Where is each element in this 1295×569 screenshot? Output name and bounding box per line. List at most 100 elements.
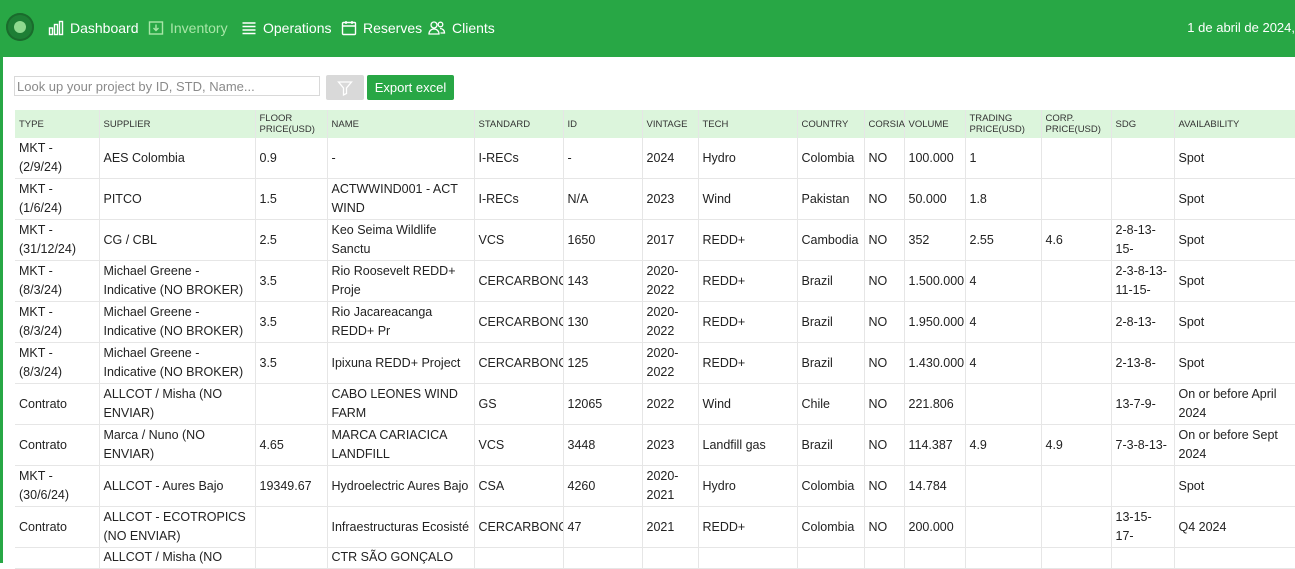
col-corsia[interactable]: CORSIA: [864, 110, 905, 138]
cell-name: -: [327, 138, 475, 179]
col-corp-price[interactable]: CORP. PRICE(USD): [1041, 110, 1112, 138]
cell-standard: CSA: [474, 465, 564, 507]
cell-standard: [474, 547, 564, 569]
cell-id: 1650: [563, 219, 643, 261]
table-row[interactable]: MKT - (1/6/24) PITCO 1.5 ACTWWIND001 - ACT …: [15, 178, 1295, 220]
cell-supplier: Marca / Nuno (NO ENVIAR): [99, 424, 256, 466]
col-sdg[interactable]: SDG: [1111, 110, 1175, 138]
cell-availability: Spot: [1174, 260, 1295, 302]
col-volume[interactable]: VOLUME: [904, 110, 966, 138]
cell-tech: Wind: [698, 383, 798, 425]
table-row[interactable]: Contrato ALLCOT - ECOTROPICS (NO ENVIAR) I…: [15, 506, 1295, 548]
cell-floor-price: 4.65: [255, 424, 328, 466]
table-row[interactable]: Contrato Marca / Nuno (NO ENVIAR) 4.65 MARC…: [15, 424, 1295, 466]
col-name[interactable]: NAME: [327, 110, 475, 138]
table-row[interactable]: MKT - (2/9/24) AES Colombia 0.9- I-RECs -202…: [15, 138, 1295, 179]
top-navbar: Dashboard Inventory Operations Reserves …: [0, 0, 1295, 57]
cell-id: [563, 547, 643, 569]
cell-sdg: 2-8-13-: [1111, 301, 1175, 343]
filter-icon: [337, 80, 353, 96]
cell-country: Chile: [797, 383, 865, 425]
cell-availability: Spot: [1174, 342, 1295, 384]
cell-type: [15, 547, 100, 569]
cell-volume: 221.806: [904, 383, 966, 425]
nav-inventory[interactable]: Inventory: [148, 18, 228, 38]
app-logo[interactable]: [6, 13, 34, 41]
nav-dashboard[interactable]: Dashboard: [48, 18, 139, 38]
col-type[interactable]: TYPE: [15, 110, 100, 138]
cell-supplier: Michael Greene - Indicative (NO BROKER): [99, 260, 256, 302]
cell-country: Colombia: [797, 465, 865, 507]
cell-availability: Spot: [1174, 465, 1295, 507]
cell-vintage: 2020-2021: [642, 465, 699, 507]
cell-vintage: 2024: [642, 138, 699, 179]
cell-vintage: 2017: [642, 219, 699, 261]
col-standard[interactable]: STANDARD: [474, 110, 564, 138]
cell-volume: [904, 547, 966, 569]
cell-supplier: ALLCOT / Misha (NO ENVIAR): [99, 383, 256, 425]
cell-corsia: NO: [864, 465, 905, 507]
nav-reserves-label: Reserves: [363, 20, 423, 36]
calendar-icon: [341, 21, 357, 36]
cell-type: MKT - (8/3/24): [15, 260, 100, 302]
col-vintage[interactable]: VINTAGE: [642, 110, 699, 138]
table-row[interactable]: MKT - (31/12/24) CG / CBL 2.5 Keo Seima Wil…: [15, 219, 1295, 261]
col-supplier[interactable]: SUPPLIER: [99, 110, 256, 138]
cell-availability: Spot: [1174, 301, 1295, 343]
cell-floor-price: 1.5: [255, 178, 328, 220]
nav-reserves[interactable]: Reserves: [341, 18, 422, 38]
table-row[interactable]: MKT - (30/6/24) ALLCOT - Aures Bajo 19349.…: [15, 465, 1295, 507]
col-id[interactable]: ID: [563, 110, 643, 138]
col-trading-price[interactable]: TRADING PRICE(USD): [965, 110, 1042, 138]
cell-tech: [698, 547, 798, 569]
cell-id: 125: [563, 342, 643, 384]
cell-id: N/A: [563, 178, 643, 220]
cell-trading-price: 4: [965, 260, 1042, 302]
table-row[interactable]: Contrato ALLCOT / Misha (NO ENVIAR) CABO L…: [15, 383, 1295, 425]
cell-vintage: 2023: [642, 178, 699, 220]
filter-button[interactable]: [326, 75, 364, 100]
bar-chart-icon: [48, 20, 64, 36]
cell-name: Infraestructuras Ecosisté: [327, 506, 475, 548]
cell-country: Colombia: [797, 138, 865, 179]
cell-supplier: ALLCOT - Aures Bajo: [99, 465, 256, 507]
cell-trading-price: 1.8: [965, 178, 1042, 220]
cell-standard: GS: [474, 383, 564, 425]
col-availability[interactable]: AVAILABILITY: [1174, 110, 1295, 138]
table-row[interactable]: MKT - (8/3/24) Michael Greene - Indicativ…: [15, 260, 1295, 302]
cell-tech: REDD+: [698, 260, 798, 302]
table-row[interactable]: MKT - (8/3/24) Michael Greene - Indicativ…: [15, 301, 1295, 343]
cell-corp-price: [1041, 138, 1112, 179]
col-country[interactable]: COUNTRY: [797, 110, 865, 138]
table-row[interactable]: ALLCOT / Misha (NO CTR SÃO GONÇALO: [15, 547, 1295, 569]
col-floor-price[interactable]: FLOOR PRICE(USD): [255, 110, 328, 138]
cell-vintage: 2022: [642, 383, 699, 425]
table-row[interactable]: MKT - (8/3/24) Michael Greene - Indicativ…: [15, 342, 1295, 384]
cell-availability: On or before April 2024: [1174, 383, 1295, 425]
cell-trading-price: 4: [965, 301, 1042, 343]
cell-country: Brazil: [797, 424, 865, 466]
cell-availability: Spot: [1174, 219, 1295, 261]
export-excel-button[interactable]: Export excel: [367, 75, 454, 100]
cell-sdg: 13-15-17-: [1111, 506, 1175, 548]
cell-floor-price: 0.9: [255, 138, 328, 179]
cell-id: 47: [563, 506, 643, 548]
nav-operations[interactable]: Operations: [241, 18, 331, 38]
cell-supplier: ALLCOT - ECOTROPICS (NO ENVIAR): [99, 506, 256, 548]
current-date: 1 de abril de 2024,: [1187, 20, 1295, 35]
cell-tech: REDD+: [698, 301, 798, 343]
cell-standard: VCS: [474, 219, 564, 261]
cell-floor-price: 3.5: [255, 260, 328, 302]
cell-type: Contrato: [15, 506, 100, 548]
cell-tech: REDD+: [698, 506, 798, 548]
nav-clients[interactable]: Clients: [428, 18, 495, 38]
nav-dashboard-label: Dashboard: [70, 20, 139, 36]
cell-corp-price: [1041, 547, 1112, 569]
cell-corsia: NO: [864, 138, 905, 179]
col-tech[interactable]: TECH: [698, 110, 798, 138]
cell-volume: 1.500.000: [904, 260, 966, 302]
cell-tech: Landfill gas: [698, 424, 798, 466]
cell-name: Keo Seima Wildlife Sanctu: [327, 219, 475, 261]
search-input[interactable]: [14, 76, 320, 96]
cell-name: Ipixuna REDD+ Project: [327, 342, 475, 384]
